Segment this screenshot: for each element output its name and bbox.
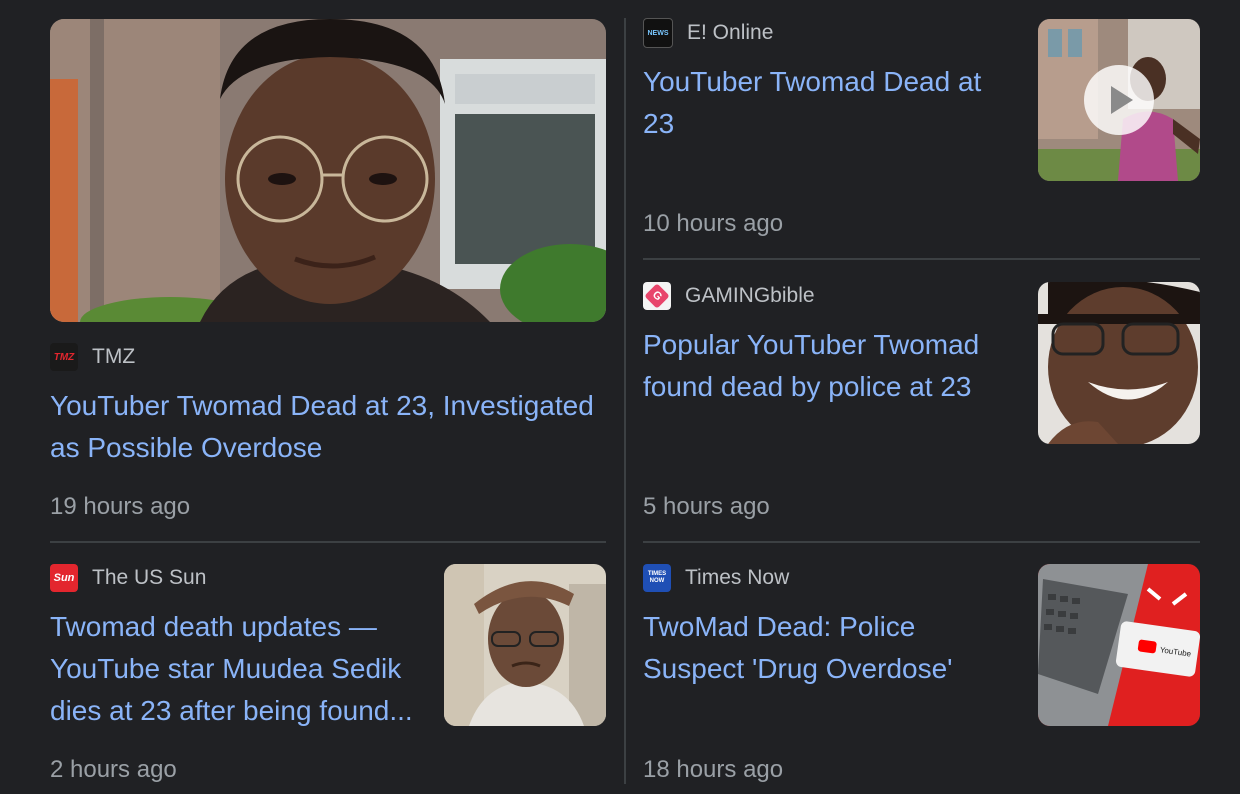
play-button[interactable] — [1084, 65, 1154, 135]
saluting-man-photo — [444, 564, 606, 726]
source-row-sun: Sun The US Sun — [50, 564, 206, 592]
article-time: 18 hours ago — [643, 756, 784, 783]
article-headline-eonline[interactable]: YouTuber Twomad Dead at 23 — [643, 61, 1013, 145]
tmz-logo-text: TMZ — [53, 351, 75, 363]
article-time: 2 hours ago — [50, 756, 177, 783]
news-card-e-online[interactable]: NEWS E! Online YouTuber Twomad Dead at 2… — [628, 0, 1240, 258]
article-image-timesnow[interactable]: YouTube — [1038, 564, 1200, 726]
divider-left — [50, 541, 606, 543]
enews-logo-text: NEWS — [647, 29, 669, 37]
timesnow-logo-text: TIMES NOW — [647, 571, 667, 584]
source-name: GAMINGbible — [685, 284, 815, 307]
article-headline-sun[interactable]: Twomad death updates — YouTube star Muud… — [50, 606, 420, 732]
source-name: The US Sun — [92, 566, 207, 589]
article-image-tmz[interactable] — [50, 19, 606, 322]
article-image-sun[interactable] — [444, 564, 606, 726]
news-card-gamingbible[interactable]: G GAMINGbible Popular YouTuber Twomad fo… — [628, 262, 1240, 540]
source-row-eonline: NEWS E! Online — [643, 18, 774, 48]
source-name: E! Online — [687, 21, 774, 44]
divider-right-2 — [643, 541, 1200, 543]
news-card-times-now[interactable]: TIMES NOW Times Now TwoMad Dead: Police … — [628, 545, 1240, 794]
source-row-tmz: TMZ TMZ — [50, 343, 135, 371]
article-time: 5 hours ago — [643, 493, 770, 520]
portrait-photo — [50, 19, 606, 322]
source-row-gamingbible: G GAMINGbible — [643, 282, 815, 310]
times-now-logo: TIMES NOW — [643, 564, 671, 592]
article-time: 10 hours ago — [643, 210, 784, 237]
sun-logo-text: Sun — [53, 572, 75, 584]
news-card-us-sun[interactable]: Sun The US Sun Twomad death updates — Yo… — [0, 545, 620, 794]
article-headline-gamingbible[interactable]: Popular YouTuber Twomad found dead by po… — [643, 324, 1013, 408]
play-icon — [1111, 86, 1133, 114]
tmz-logo: TMZ — [50, 343, 78, 371]
article-headline-timesnow[interactable]: TwoMad Dead: Police Suspect 'Drug Overdo… — [643, 606, 1013, 690]
divider-right-1 — [643, 258, 1200, 260]
article-image-gamingbible[interactable] — [1038, 282, 1200, 444]
gamingbible-logo: G — [643, 282, 671, 310]
source-name: TMZ — [92, 345, 136, 368]
article-time: 19 hours ago — [50, 493, 191, 520]
sun-logo: Sun — [50, 564, 78, 592]
gamingbible-logo-text: G — [644, 283, 670, 309]
article-headline-tmz[interactable]: YouTuber Twomad Dead at 23, Investigated… — [50, 385, 610, 469]
smiling-man-photo — [1038, 282, 1200, 444]
source-row-timesnow: TIMES NOW Times Now — [643, 564, 789, 592]
laptop-phone-photo: YouTube — [1038, 564, 1200, 726]
e-news-logo: NEWS — [643, 18, 673, 48]
article-image-eonline[interactable] — [1038, 19, 1200, 181]
column-divider — [624, 18, 626, 784]
source-name: Times Now — [685, 566, 790, 589]
